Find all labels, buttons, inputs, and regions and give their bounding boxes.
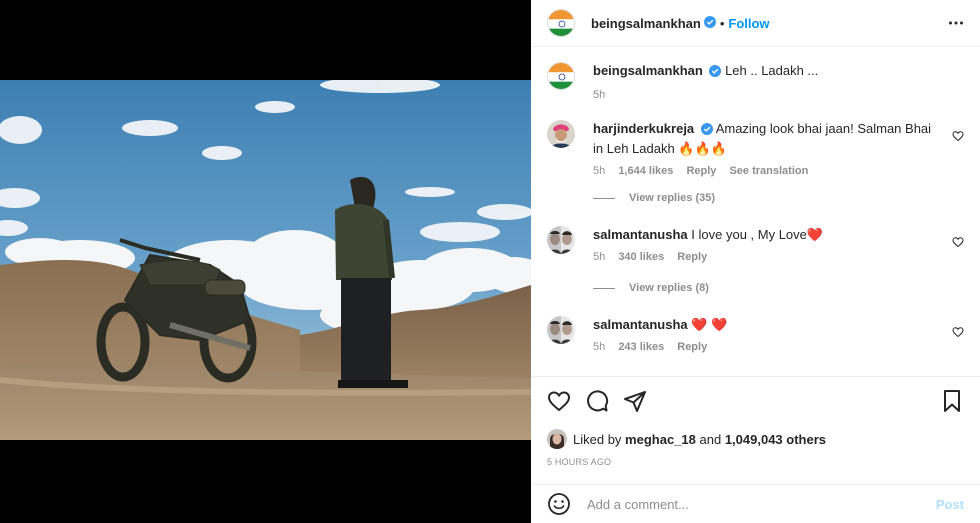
liked-by-prefix: Liked by	[573, 431, 622, 447]
see-translation-button[interactable]: See translation	[729, 165, 808, 177]
heart-icon[interactable]	[547, 389, 571, 413]
verified-badge-icon	[709, 64, 722, 82]
post-media	[0, 0, 531, 523]
comment-meta: 5h 1,644 likes Reply See translation	[593, 164, 942, 178]
comment-username[interactable]: harjinderkukreja	[593, 121, 694, 136]
comment-body: salmantanusha I love you , My Love❤️ 5h …	[593, 226, 964, 264]
comment-input[interactable]	[587, 496, 936, 512]
comment-likes[interactable]: 243 likes	[618, 341, 664, 353]
author-avatar[interactable]	[547, 9, 575, 37]
emoji-icon[interactable]	[547, 492, 571, 516]
caption-meta: 5h	[593, 88, 942, 102]
liked-by: Liked by meghac_18 and 1,049,043 others	[547, 429, 826, 449]
post-comment-button[interactable]: Post	[936, 497, 964, 512]
verified-badge-icon	[703, 15, 716, 31]
follow-button[interactable]: Follow	[728, 16, 769, 31]
reply-divider	[593, 197, 615, 199]
heart-icon[interactable]	[952, 130, 964, 145]
reply-button[interactable]: Reply	[677, 251, 707, 263]
author-username[interactable]: beingsalmankhan	[591, 16, 701, 31]
reply-button[interactable]: Reply	[677, 341, 707, 353]
avatar-image	[547, 316, 575, 344]
caption-text: Leh .. Ladakh ...	[725, 63, 819, 78]
comment-item: salmantanusha ❤️ ❤️ 5h 243 likes Reply	[547, 316, 964, 354]
view-replies-label: View replies (8)	[629, 282, 709, 294]
post-header: beingsalmankhan • Follow	[531, 0, 980, 47]
bookmark-icon[interactable]	[940, 389, 964, 413]
post-timestamp[interactable]: 5 HOURS AGO	[547, 457, 611, 467]
verified-badge-icon	[700, 122, 713, 140]
avatar-image	[547, 226, 575, 254]
comment-text: ❤️ ❤️	[691, 317, 728, 332]
add-comment-bar: Post	[531, 484, 980, 523]
comment-item: harjinderkukreja Amazing look bhai jaan!…	[547, 120, 964, 178]
comment-meta: 5h 340 likes Reply	[593, 250, 942, 264]
avatar-image	[547, 120, 575, 148]
comment-body: harjinderkukreja Amazing look bhai jaan!…	[593, 120, 964, 178]
action-bar	[531, 377, 980, 425]
comment-username[interactable]: salmantanusha	[593, 317, 688, 332]
liker-avatar[interactable]	[547, 429, 567, 449]
more-icon[interactable]	[948, 15, 964, 31]
comment-time: 5h	[593, 165, 606, 177]
post-photo[interactable]	[0, 80, 531, 440]
heart-icon[interactable]	[952, 326, 964, 341]
comment-body: salmantanusha ❤️ ❤️ 5h 243 likes Reply	[593, 316, 964, 354]
comment-username[interactable]: salmantanusha	[593, 227, 688, 242]
caption-username[interactable]: beingsalmankhan	[593, 63, 703, 78]
commenter-avatar[interactable]	[547, 226, 575, 254]
caption-avatar[interactable]	[547, 62, 575, 90]
view-replies-label: View replies (35)	[629, 192, 716, 204]
comment-text: I love you , My Love❤️	[691, 227, 824, 242]
avatar-image	[547, 429, 567, 449]
instagram-post-modal: beingsalmankhan • Follow beingsalmankhan…	[0, 0, 980, 523]
caption-body: beingsalmankhan Leh .. Ladakh ... 5h	[593, 62, 964, 102]
india-flag-avatar	[548, 63, 574, 89]
liked-by-and: and	[699, 431, 722, 447]
separator-dot: •	[719, 15, 725, 31]
commenter-avatar[interactable]	[547, 316, 575, 344]
caption: beingsalmankhan Leh .. Ladakh ... 5h	[547, 62, 964, 102]
photo-man-with-motorcycle-ladakh	[0, 80, 531, 440]
liked-by-user[interactable]: meghac_18	[625, 432, 696, 447]
comment-time: 5h	[593, 251, 606, 263]
liked-by-others[interactable]: 1,049,043 others	[725, 432, 826, 447]
share-icon[interactable]	[623, 389, 647, 413]
comments-list: beingsalmankhan Leh .. Ladakh ... 5h har…	[531, 48, 980, 376]
comment-icon[interactable]	[585, 389, 609, 413]
comment-meta: 5h 243 likes Reply	[593, 340, 942, 354]
comment-time: 5h	[593, 341, 606, 353]
heart-icon[interactable]	[952, 236, 964, 251]
comment-item: salmantanusha I love you , My Love❤️ 5h …	[547, 226, 964, 264]
post-actions-section: Liked by meghac_18 and 1,049,043 others …	[531, 376, 980, 467]
view-replies-button[interactable]: View replies (8)	[593, 282, 709, 294]
commenter-avatar[interactable]	[547, 120, 575, 148]
view-replies-button[interactable]: View replies (35)	[593, 192, 715, 204]
comment-likes[interactable]: 1,644 likes	[618, 165, 673, 177]
caption-time: 5h	[593, 89, 606, 101]
reply-button[interactable]: Reply	[686, 165, 716, 177]
comment-likes[interactable]: 340 likes	[618, 251, 664, 263]
india-flag-avatar	[548, 10, 574, 36]
post-details-panel: beingsalmankhan • Follow beingsalmankhan…	[531, 0, 980, 523]
reply-divider	[593, 287, 615, 289]
